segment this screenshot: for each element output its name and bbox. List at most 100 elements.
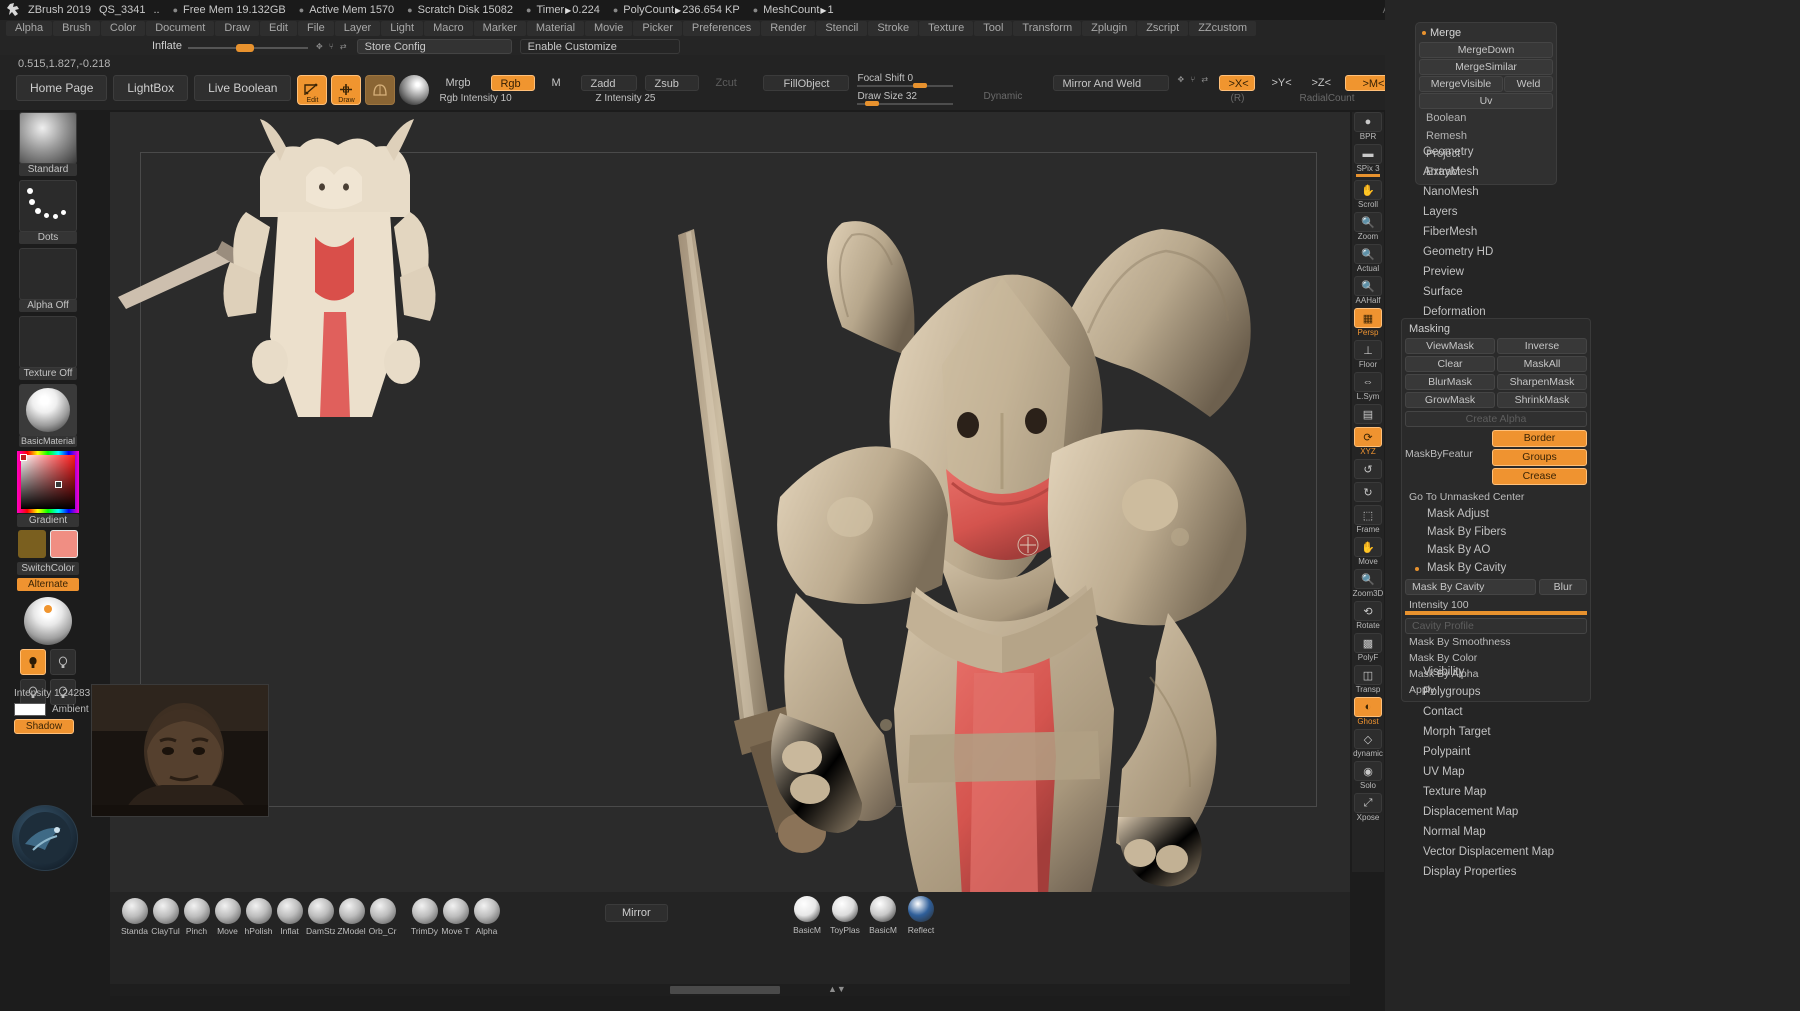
color-picker-corner-marker[interactable]	[20, 454, 27, 461]
menu-item-zzcustom[interactable]: ZZcustom	[1189, 21, 1256, 36]
menu-item-macro[interactable]: Macro	[424, 21, 473, 36]
material-thumbnail-icon[interactable]	[794, 896, 820, 922]
brush-pick-damstz[interactable]: DamStz	[306, 898, 335, 936]
texture-selector[interactable]: Texture Off	[19, 316, 77, 380]
mask-row-mask-by-ao[interactable]: Mask By AO	[1405, 541, 1587, 559]
menu-item-draw[interactable]: Draw	[215, 21, 259, 36]
alpha-thumbnail-icon[interactable]	[19, 248, 77, 300]
mask-feature-groups[interactable]: Groups	[1492, 449, 1587, 466]
mask-intensity-slider[interactable]: Intensity 100	[1405, 599, 1587, 614]
lightbox-button[interactable]: LightBox	[113, 75, 188, 101]
tool-row-boolean[interactable]: Boolean	[1418, 109, 1554, 127]
merge-title[interactable]: Merge	[1418, 26, 1554, 42]
viewport-tool-spix-3[interactable]: ▬SPix 3	[1352, 144, 1384, 177]
local-symmetry-icon[interactable]: ⇔	[1354, 372, 1382, 392]
rotate-ccw-icon[interactable]: ↺	[1354, 459, 1382, 479]
subpalette-uv-map[interactable]: UV Map	[1401, 762, 1781, 782]
menu-item-edit[interactable]: Edit	[260, 21, 297, 36]
webcam-overlay[interactable]	[91, 684, 269, 817]
mask-feature-crease[interactable]: Crease	[1492, 468, 1587, 485]
viewport-tool-zoom[interactable]: 🔍Zoom	[1352, 212, 1384, 241]
transform-gizmo-icons[interactable]: ✥ ⑂ ⇄	[316, 42, 349, 51]
secondary-color-swatch[interactable]	[50, 530, 78, 558]
color-picker[interactable]	[17, 451, 79, 513]
mask-feature-border[interactable]: Border	[1492, 430, 1587, 447]
material-thumbnail-icon[interactable]	[870, 896, 896, 922]
brush-pick-claytul[interactable]: ClayTul	[151, 898, 180, 936]
material-thumbnail-icon[interactable]	[19, 384, 77, 436]
brush-pick-trimdy[interactable]: TrimDy	[410, 898, 439, 936]
subpalette-texture-map[interactable]: Texture Map	[1401, 782, 1781, 802]
blur-button[interactable]: Blur	[1539, 579, 1587, 595]
brush-thumbnail-icon[interactable]	[370, 898, 396, 924]
rotate-cw-icon[interactable]: ↻	[1354, 482, 1382, 502]
brush-selector[interactable]: Standard	[19, 112, 77, 176]
mask-row-mask-by-cavity[interactable]: Mask By Cavity	[1405, 559, 1587, 577]
menu-item-brush[interactable]: Brush	[53, 21, 100, 36]
focal-shift-slider[interactable]: Focal Shift 0	[857, 75, 953, 88]
sphere-icon[interactable]: ●	[1354, 112, 1382, 132]
subpalette-contact[interactable]: Contact	[1401, 702, 1781, 722]
viewport-tool-aahalf[interactable]: 🔍AAHalf	[1352, 276, 1384, 305]
menu-item-light[interactable]: Light	[381, 21, 423, 36]
draw-mode-button[interactable]: Draw	[331, 75, 361, 105]
alpha-selector[interactable]: Alpha Off	[19, 248, 77, 312]
mirror-gizmo-icons[interactable]: ✥ ⑂ ⇄	[1177, 75, 1211, 84]
polyframe-icon[interactable]: ▩	[1354, 633, 1382, 653]
brush-pick-movet[interactable]: Move T	[441, 898, 470, 936]
light-intensity-label[interactable]: Intensity 1.24283	[14, 688, 90, 699]
floor-icon[interactable]: ⊥	[1354, 340, 1382, 360]
transparency-icon[interactable]: ◫	[1354, 665, 1382, 685]
viewport-tool-l-sym[interactable]: ⇔L.Sym	[1352, 372, 1384, 401]
mirror-z-button[interactable]: >Z<	[1303, 75, 1337, 91]
brush-pick-standa[interactable]: Standa	[120, 898, 149, 936]
mask-by-cavity-button[interactable]: Mask By Cavity	[1405, 579, 1536, 595]
rgb-intensity-label[interactable]: Rgb Intensity 10	[437, 93, 483, 104]
light-1-button[interactable]	[20, 649, 46, 675]
slider-knob[interactable]	[913, 83, 927, 88]
viewport-tool-transp-gizmo-icon[interactable]: ▤	[1352, 404, 1384, 424]
mask-button-shrinkmask[interactable]: ShrinkMask	[1497, 392, 1587, 408]
brush-thumbnail-icon[interactable]	[277, 898, 303, 924]
edit-mode-button[interactable]: Edit	[297, 75, 327, 105]
brush-pick-pinch[interactable]: Pinch	[182, 898, 211, 936]
subpalette-polygroups[interactable]: Polygroups	[1401, 682, 1781, 702]
subpalette-arraymesh[interactable]: ArrayMesh	[1401, 162, 1781, 182]
viewport-tool-zoom3d[interactable]: 🔍Zoom3D	[1352, 569, 1384, 598]
live-boolean-button[interactable]: Live Boolean	[194, 75, 291, 101]
stroke-selector[interactable]: Dots	[19, 180, 77, 244]
zoom3d-icon[interactable]: 🔍	[1354, 569, 1382, 589]
brush-thumbnail-icon[interactable]	[308, 898, 334, 924]
viewport-tool-xyz[interactable]: ⟳XYZ	[1352, 427, 1384, 456]
subpalette-geometry-hd[interactable]: Geometry HD	[1401, 242, 1781, 262]
ghost-icon[interactable]: ◐	[1354, 697, 1382, 717]
light-preview-sphere[interactable]	[24, 597, 72, 645]
subpalette-nanomesh[interactable]: NanoMesh	[1401, 182, 1781, 202]
mask-button-blurmask[interactable]: BlurMask	[1405, 374, 1495, 390]
primary-color-swatch[interactable]	[18, 530, 46, 558]
brush-pick-alpha[interactable]: Alpha	[472, 898, 501, 936]
menu-item-texture[interactable]: Texture	[919, 21, 973, 36]
texture-thumbnail-icon[interactable]	[19, 316, 77, 368]
brush-thumbnail-icon[interactable]	[215, 898, 241, 924]
mask-row-mask-by-smoothness[interactable]: Mask By Smoothness	[1405, 634, 1587, 650]
subpalette-normal-map[interactable]: Normal Map	[1401, 822, 1781, 842]
subpalette-displacement-map[interactable]: Displacement Map	[1401, 802, 1781, 822]
subpalette-surface[interactable]: Surface	[1401, 282, 1781, 302]
spix-slider[interactable]	[1356, 174, 1380, 177]
menu-item-movie[interactable]: Movie	[585, 21, 632, 36]
store-config-button[interactable]: Store Config	[357, 39, 512, 54]
viewport-canvas[interactable]	[110, 112, 1350, 892]
enable-customize-button[interactable]: Enable Customize	[520, 39, 680, 54]
viewport-tool-rotate[interactable]: ⟲Rotate	[1352, 601, 1384, 630]
move-hand-icon[interactable]: ✋	[1354, 537, 1382, 557]
mask-button-growmask[interactable]: GrowMask	[1405, 392, 1495, 408]
fillobject-button[interactable]: FillObject	[763, 75, 849, 91]
subpalette-morph-target[interactable]: Morph Target	[1401, 722, 1781, 742]
viewport-tool-frame[interactable]: ⬚Frame	[1352, 505, 1384, 534]
viewport-tool-ghost[interactable]: ◐Ghost	[1352, 697, 1384, 726]
material-thumbnail-icon[interactable]	[832, 896, 858, 922]
viewport-tool-move[interactable]: ✋Move	[1352, 537, 1384, 566]
brush-thumbnail-icon[interactable]	[474, 898, 500, 924]
menu-item-render[interactable]: Render	[761, 21, 815, 36]
